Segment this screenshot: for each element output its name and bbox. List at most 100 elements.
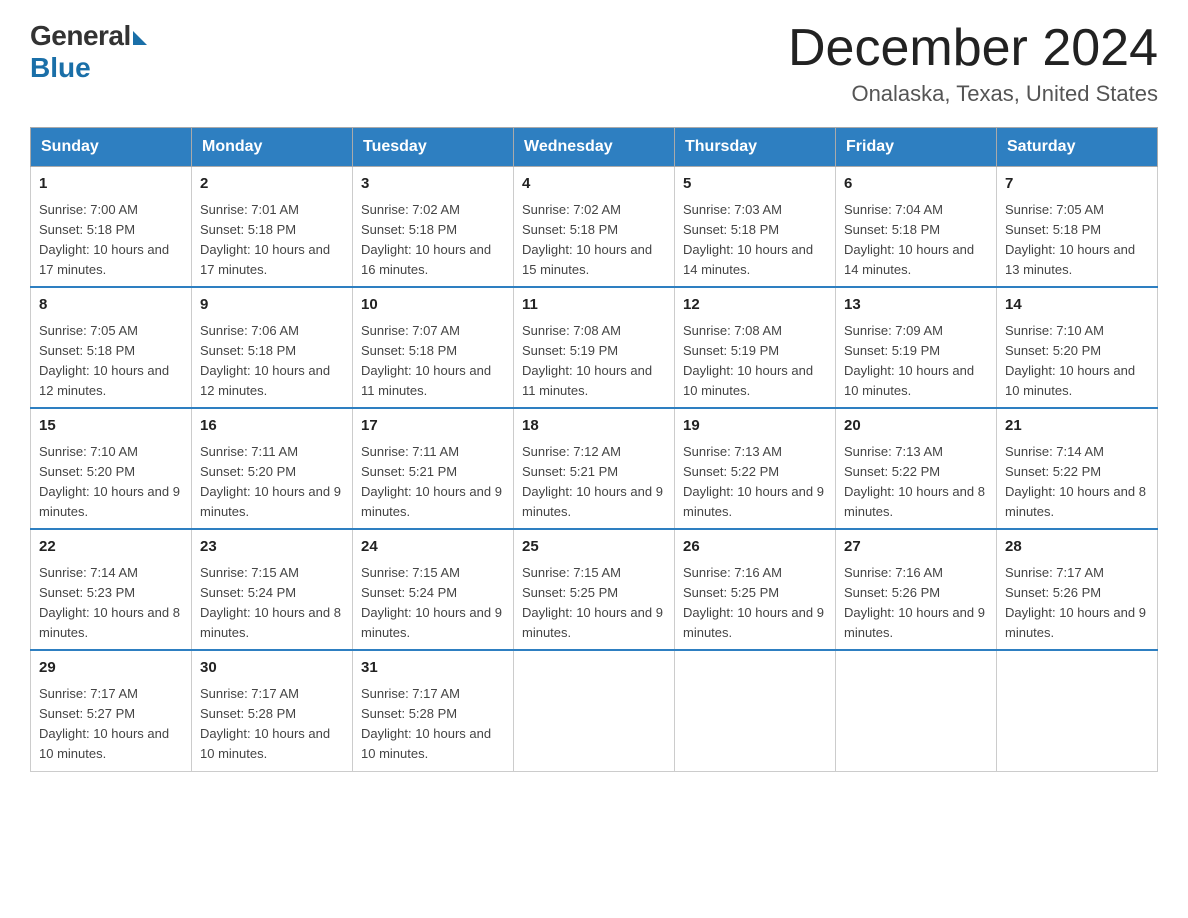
title-area: December 2024 Onalaska, Texas, United St… — [788, 20, 1158, 107]
day-cell: 12 Sunrise: 7:08 AMSunset: 5:19 PMDaylig… — [675, 287, 836, 408]
day-cell: 15 Sunrise: 7:10 AMSunset: 5:20 PMDaylig… — [31, 408, 192, 529]
day-info: Sunrise: 7:00 AMSunset: 5:18 PMDaylight:… — [39, 202, 169, 277]
day-number: 20 — [844, 415, 988, 438]
day-info: Sunrise: 7:08 AMSunset: 5:19 PMDaylight:… — [522, 323, 652, 398]
day-number: 2 — [200, 173, 344, 196]
day-info: Sunrise: 7:05 AMSunset: 5:18 PMDaylight:… — [1005, 202, 1135, 277]
day-cell: 3 Sunrise: 7:02 AMSunset: 5:18 PMDayligh… — [353, 167, 514, 288]
day-number: 8 — [39, 294, 183, 317]
day-number: 19 — [683, 415, 827, 438]
day-cell: 26 Sunrise: 7:16 AMSunset: 5:25 PMDaylig… — [675, 529, 836, 650]
day-cell: 18 Sunrise: 7:12 AMSunset: 5:21 PMDaylig… — [514, 408, 675, 529]
day-info: Sunrise: 7:05 AMSunset: 5:18 PMDaylight:… — [39, 323, 169, 398]
day-number: 26 — [683, 536, 827, 559]
day-cell: 16 Sunrise: 7:11 AMSunset: 5:20 PMDaylig… — [192, 408, 353, 529]
day-info: Sunrise: 7:17 AMSunset: 5:27 PMDaylight:… — [39, 686, 169, 761]
logo: General Blue — [30, 20, 147, 84]
header-cell-sunday: Sunday — [31, 128, 192, 167]
day-info: Sunrise: 7:04 AMSunset: 5:18 PMDaylight:… — [844, 202, 974, 277]
day-info: Sunrise: 7:01 AMSunset: 5:18 PMDaylight:… — [200, 202, 330, 277]
day-info: Sunrise: 7:13 AMSunset: 5:22 PMDaylight:… — [683, 444, 824, 519]
day-info: Sunrise: 7:14 AMSunset: 5:23 PMDaylight:… — [39, 565, 180, 640]
day-number: 1 — [39, 173, 183, 196]
page-header: General Blue December 2024 Onalaska, Tex… — [30, 20, 1158, 107]
day-cell: 11 Sunrise: 7:08 AMSunset: 5:19 PMDaylig… — [514, 287, 675, 408]
day-info: Sunrise: 7:08 AMSunset: 5:19 PMDaylight:… — [683, 323, 813, 398]
day-number: 10 — [361, 294, 505, 317]
day-cell: 28 Sunrise: 7:17 AMSunset: 5:26 PMDaylig… — [997, 529, 1158, 650]
day-number: 17 — [361, 415, 505, 438]
day-number: 15 — [39, 415, 183, 438]
day-cell — [675, 650, 836, 771]
week-row-3: 15 Sunrise: 7:10 AMSunset: 5:20 PMDaylig… — [31, 408, 1158, 529]
day-cell: 22 Sunrise: 7:14 AMSunset: 5:23 PMDaylig… — [31, 529, 192, 650]
day-cell: 14 Sunrise: 7:10 AMSunset: 5:20 PMDaylig… — [997, 287, 1158, 408]
day-cell: 25 Sunrise: 7:15 AMSunset: 5:25 PMDaylig… — [514, 529, 675, 650]
day-cell: 29 Sunrise: 7:17 AMSunset: 5:27 PMDaylig… — [31, 650, 192, 771]
header-cell-wednesday: Wednesday — [514, 128, 675, 167]
week-row-1: 1 Sunrise: 7:00 AMSunset: 5:18 PMDayligh… — [31, 167, 1158, 288]
day-cell: 19 Sunrise: 7:13 AMSunset: 5:22 PMDaylig… — [675, 408, 836, 529]
week-row-5: 29 Sunrise: 7:17 AMSunset: 5:27 PMDaylig… — [31, 650, 1158, 771]
logo-blue-text: Blue — [30, 52, 91, 84]
calendar-table: SundayMondayTuesdayWednesdayThursdayFrid… — [30, 127, 1158, 771]
day-info: Sunrise: 7:07 AMSunset: 5:18 PMDaylight:… — [361, 323, 491, 398]
day-info: Sunrise: 7:12 AMSunset: 5:21 PMDaylight:… — [522, 444, 663, 519]
header-cell-monday: Monday — [192, 128, 353, 167]
day-info: Sunrise: 7:06 AMSunset: 5:18 PMDaylight:… — [200, 323, 330, 398]
day-number: 5 — [683, 173, 827, 196]
day-cell: 24 Sunrise: 7:15 AMSunset: 5:24 PMDaylig… — [353, 529, 514, 650]
week-row-2: 8 Sunrise: 7:05 AMSunset: 5:18 PMDayligh… — [31, 287, 1158, 408]
day-cell — [997, 650, 1158, 771]
day-info: Sunrise: 7:14 AMSunset: 5:22 PMDaylight:… — [1005, 444, 1146, 519]
logo-arrow-icon — [133, 31, 147, 45]
day-number: 16 — [200, 415, 344, 438]
day-cell — [514, 650, 675, 771]
day-number: 21 — [1005, 415, 1149, 438]
header-cell-thursday: Thursday — [675, 128, 836, 167]
day-info: Sunrise: 7:17 AMSunset: 5:28 PMDaylight:… — [361, 686, 491, 761]
day-info: Sunrise: 7:16 AMSunset: 5:25 PMDaylight:… — [683, 565, 824, 640]
day-cell: 23 Sunrise: 7:15 AMSunset: 5:24 PMDaylig… — [192, 529, 353, 650]
day-cell: 30 Sunrise: 7:17 AMSunset: 5:28 PMDaylig… — [192, 650, 353, 771]
day-info: Sunrise: 7:11 AMSunset: 5:20 PMDaylight:… — [200, 444, 341, 519]
day-number: 29 — [39, 657, 183, 680]
day-cell: 8 Sunrise: 7:05 AMSunset: 5:18 PMDayligh… — [31, 287, 192, 408]
day-info: Sunrise: 7:15 AMSunset: 5:24 PMDaylight:… — [361, 565, 502, 640]
day-cell — [836, 650, 997, 771]
month-title: December 2024 — [788, 20, 1158, 77]
day-cell: 31 Sunrise: 7:17 AMSunset: 5:28 PMDaylig… — [353, 650, 514, 771]
day-number: 3 — [361, 173, 505, 196]
day-cell: 6 Sunrise: 7:04 AMSunset: 5:18 PMDayligh… — [836, 167, 997, 288]
day-number: 27 — [844, 536, 988, 559]
day-number: 4 — [522, 173, 666, 196]
day-info: Sunrise: 7:10 AMSunset: 5:20 PMDaylight:… — [1005, 323, 1135, 398]
day-cell: 27 Sunrise: 7:16 AMSunset: 5:26 PMDaylig… — [836, 529, 997, 650]
day-cell: 2 Sunrise: 7:01 AMSunset: 5:18 PMDayligh… — [192, 167, 353, 288]
day-number: 7 — [1005, 173, 1149, 196]
day-info: Sunrise: 7:03 AMSunset: 5:18 PMDaylight:… — [683, 202, 813, 277]
day-cell: 20 Sunrise: 7:13 AMSunset: 5:22 PMDaylig… — [836, 408, 997, 529]
day-number: 31 — [361, 657, 505, 680]
day-info: Sunrise: 7:17 AMSunset: 5:28 PMDaylight:… — [200, 686, 330, 761]
day-cell: 9 Sunrise: 7:06 AMSunset: 5:18 PMDayligh… — [192, 287, 353, 408]
day-info: Sunrise: 7:09 AMSunset: 5:19 PMDaylight:… — [844, 323, 974, 398]
header-cell-saturday: Saturday — [997, 128, 1158, 167]
day-info: Sunrise: 7:13 AMSunset: 5:22 PMDaylight:… — [844, 444, 985, 519]
day-info: Sunrise: 7:17 AMSunset: 5:26 PMDaylight:… — [1005, 565, 1146, 640]
day-number: 25 — [522, 536, 666, 559]
day-number: 12 — [683, 294, 827, 317]
logo-general-text: General — [30, 20, 131, 52]
day-number: 14 — [1005, 294, 1149, 317]
day-cell: 13 Sunrise: 7:09 AMSunset: 5:19 PMDaylig… — [836, 287, 997, 408]
day-number: 6 — [844, 173, 988, 196]
day-cell: 5 Sunrise: 7:03 AMSunset: 5:18 PMDayligh… — [675, 167, 836, 288]
location-text: Onalaska, Texas, United States — [788, 81, 1158, 107]
day-number: 30 — [200, 657, 344, 680]
header-cell-friday: Friday — [836, 128, 997, 167]
day-number: 28 — [1005, 536, 1149, 559]
day-cell: 10 Sunrise: 7:07 AMSunset: 5:18 PMDaylig… — [353, 287, 514, 408]
day-cell: 17 Sunrise: 7:11 AMSunset: 5:21 PMDaylig… — [353, 408, 514, 529]
day-number: 23 — [200, 536, 344, 559]
day-number: 13 — [844, 294, 988, 317]
